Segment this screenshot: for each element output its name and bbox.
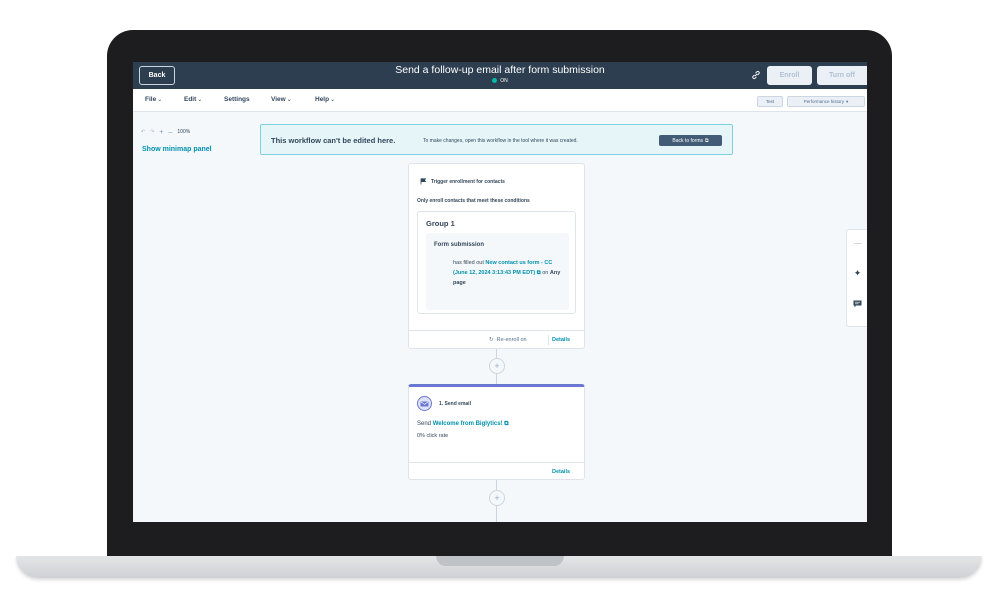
condition-title: Form submission <box>434 242 485 248</box>
send-prefix: Send <box>417 421 432 427</box>
chevron-down-icon: ⌄ <box>286 97 292 103</box>
email-send-line: Send Welcome from Biglytics! ⧉ <box>417 421 509 428</box>
condition-mid: on <box>542 270 549 276</box>
readonly-banner: This workflow can't be edited here. To m… <box>260 124 733 155</box>
add-action-icon[interactable]: + <box>489 358 505 374</box>
trigger-subtitle: Only enroll contacts that meet these con… <box>417 198 530 204</box>
turn-off-button[interactable]: Turn off <box>817 66 867 85</box>
trigger-card[interactable]: Trigger enrollment for contacts Only enr… <box>408 163 585 349</box>
add-action-icon[interactable]: + <box>489 490 505 506</box>
refresh-icon: ↻ <box>489 337 494 343</box>
menu-settings[interactable]: Settings <box>224 96 250 103</box>
back-to-forms-button[interactable]: Back to forms ⧉ <box>659 135 722 146</box>
workflow-title: Send a follow-up email after form submis… <box>395 64 605 76</box>
email-name-link[interactable]: Welcome from Biglytics! <box>433 421 503 427</box>
action-label: 1. Send email <box>439 401 471 407</box>
menu-file[interactable]: File⌄ <box>145 96 162 103</box>
menu-view[interactable]: View⌄ <box>271 96 292 103</box>
group-title: Group 1 <box>426 219 455 228</box>
zoom-out-icon[interactable]: – <box>169 129 173 136</box>
menu-bar: File⌄ Edit⌄ Settings View⌄ Help⌄ Test Pe… <box>133 89 867 112</box>
test-button[interactable]: Test <box>757 96 783 107</box>
workflow-status: ON <box>333 78 667 84</box>
comment-icon[interactable] <box>852 298 863 309</box>
caret-down-icon: ▾ <box>846 98 849 104</box>
external-link-icon: ⧉ <box>536 270 541 276</box>
trigger-details-link[interactable]: Details <box>552 337 570 343</box>
enroll-button[interactable]: Enroll <box>767 66 812 85</box>
condition-text: has filled out New contact us form - CC … <box>453 258 565 288</box>
back-button[interactable]: Back <box>139 66 175 85</box>
click-rate: 0% click rate <box>417 433 449 439</box>
show-minimap-link[interactable]: Show minimap panel <box>142 146 212 153</box>
banner-text: To make changes, open this workflow in t… <box>423 138 578 144</box>
chevron-down-icon: ⌄ <box>330 97 336 103</box>
back-to-forms-label: Back to forms <box>672 137 703 144</box>
performance-history-button[interactable]: Performance history ▾ <box>787 96 865 107</box>
banner-title: This workflow can't be edited here. <box>271 136 396 145</box>
connector-line <box>496 374 497 384</box>
side-panel-tab: ⋯⋯ ✦ <box>846 229 867 327</box>
reenroll-toggle[interactable]: ↻ Re-enroll on <box>489 337 527 343</box>
screen: Back Send a follow-up email after form s… <box>133 62 867 522</box>
zoom-controls: ↶ ↷ + – 100% <box>141 127 190 137</box>
sparkle-icon[interactable]: ✦ <box>852 268 863 279</box>
menu-file-label: File <box>145 96 157 103</box>
redo-icon[interactable]: ↷ <box>150 129 154 135</box>
trigger-footer: ↻ Re-enroll on Details <box>409 330 584 349</box>
menu-help-label: Help <box>315 96 330 103</box>
menu-edit-label: Edit <box>184 96 197 103</box>
condition-prefix: has filled out <box>453 260 484 266</box>
send-email-action-card[interactable]: 1. Send email Send Welcome from Biglytic… <box>408 384 585 480</box>
menu-help[interactable]: Help⌄ <box>315 96 335 103</box>
flag-icon <box>420 178 427 185</box>
external-link-icon: ⧉ <box>504 421 509 427</box>
email-icon <box>417 396 432 411</box>
footer-divider <box>548 335 549 345</box>
chevron-down-icon: ⌄ <box>197 97 203 103</box>
trigger-title: Trigger enrollment for contacts <box>431 178 505 185</box>
link-icon[interactable] <box>751 70 761 80</box>
zoom-level: 100% <box>177 129 191 135</box>
performance-history-label: Performance history <box>803 99 844 104</box>
zoom-in-icon[interactable]: + <box>159 129 163 136</box>
grid-dots-icon[interactable]: ⋯⋯ <box>852 238 863 249</box>
action-footer: Details <box>409 462 584 480</box>
menu-edit[interactable]: Edit⌄ <box>184 96 202 103</box>
menu-view-label: View <box>271 96 286 103</box>
undo-icon[interactable]: ↶ <box>141 129 145 135</box>
chevron-down-icon: ⌄ <box>157 97 163 103</box>
laptop-notch <box>436 556 564 566</box>
external-link-icon: ⧉ <box>705 137 709 144</box>
condition-group: Group 1 Form submission has filled out N… <box>417 211 576 314</box>
status-text: ON <box>500 78 508 84</box>
trigger-header: Trigger enrollment for contacts <box>420 178 505 185</box>
workflow-header: Back Send a follow-up email after form s… <box>133 62 867 89</box>
condition-box: Form submission has filled out New conta… <box>426 233 569 310</box>
action-details-link[interactable]: Details <box>552 469 570 475</box>
status-dot-icon <box>492 78 498 84</box>
reenroll-label: Re-enroll on <box>496 337 527 343</box>
